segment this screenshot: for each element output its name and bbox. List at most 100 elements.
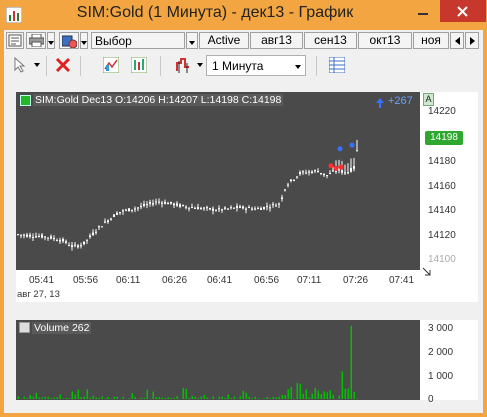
candle-body xyxy=(260,208,262,210)
candle-body xyxy=(203,207,205,209)
candle-body xyxy=(248,207,250,209)
candle-body xyxy=(335,171,337,173)
volume-bar xyxy=(101,396,103,399)
volume-bar xyxy=(155,397,157,399)
candle-body xyxy=(176,203,178,206)
volume-bar xyxy=(113,396,115,399)
candle-body xyxy=(311,171,313,174)
volume-bar xyxy=(182,388,184,399)
volume-bar xyxy=(242,390,244,399)
volume-bar xyxy=(218,396,220,399)
candle-body xyxy=(290,179,292,182)
candle-body xyxy=(44,236,46,238)
candle-body xyxy=(134,208,136,210)
candle-body xyxy=(131,209,133,211)
volume-bar xyxy=(323,391,325,399)
volume-bar xyxy=(170,398,172,399)
volume-bar xyxy=(35,392,37,399)
volume-bar xyxy=(140,397,142,399)
candle-body xyxy=(278,203,280,205)
volume-bar xyxy=(350,325,352,399)
candle-body xyxy=(128,208,130,212)
volume-bar xyxy=(47,396,49,399)
volume-bar xyxy=(53,397,55,399)
volume-bar xyxy=(131,393,133,399)
trade-marker[interactable] xyxy=(349,142,355,148)
candle-body xyxy=(257,208,259,210)
volume-bar xyxy=(173,397,175,399)
volume-bar xyxy=(29,394,31,399)
arrow-up-icon xyxy=(376,98,384,108)
volume-bar xyxy=(326,392,328,399)
candle-body xyxy=(74,244,76,246)
candle-body xyxy=(347,172,349,174)
volume-bar xyxy=(77,389,79,399)
candle-body xyxy=(323,173,325,176)
candle-body xyxy=(170,201,172,204)
volume-bar xyxy=(269,398,271,399)
candle-body xyxy=(71,245,73,247)
volume-bar xyxy=(314,388,316,399)
time-tick: 05:41 xyxy=(29,275,55,286)
candle-body xyxy=(29,234,31,237)
volume-bar xyxy=(239,396,241,399)
trade-marker[interactable] xyxy=(337,146,343,152)
volume-bar xyxy=(284,395,286,399)
candle-body xyxy=(269,207,271,209)
volume-bar xyxy=(56,397,58,399)
candle-body xyxy=(242,206,244,209)
price-tick: 14120 xyxy=(428,230,456,241)
volume-bar xyxy=(89,397,91,399)
volume-bar xyxy=(212,396,214,399)
volume-bar xyxy=(86,389,88,399)
trade-marker[interactable] xyxy=(333,165,339,171)
candle-body xyxy=(293,179,295,181)
volume-bar xyxy=(41,397,43,399)
volume-bar xyxy=(311,393,313,399)
volume-bar xyxy=(233,396,235,399)
candle-body xyxy=(62,238,64,242)
volume-bar xyxy=(344,388,346,399)
volume-bar xyxy=(197,397,199,399)
candle-body xyxy=(83,241,85,245)
candle-body xyxy=(239,206,241,208)
price-info-label: SIM:Gold Dec13 O:14206 H:14207 L:14198 C… xyxy=(33,94,284,106)
position-indicator xyxy=(376,95,384,113)
current-price-badge: 14198 xyxy=(425,131,463,145)
volume-bar xyxy=(227,394,229,399)
volume-bar xyxy=(74,394,76,399)
candle-body xyxy=(272,204,274,206)
volume-bar xyxy=(80,397,82,399)
trade-marker[interactable] xyxy=(328,163,334,169)
candle-body xyxy=(167,202,169,205)
panel-tag[interactable]: A xyxy=(423,93,434,106)
candle-body xyxy=(227,208,229,210)
volume-bar xyxy=(143,397,145,399)
volume-bar xyxy=(329,390,331,399)
candle-body xyxy=(152,203,154,205)
candle-body xyxy=(221,209,223,211)
volume-bar xyxy=(98,397,100,399)
volume-bar xyxy=(317,390,319,399)
candle-body xyxy=(296,176,298,178)
volume-bar xyxy=(254,396,256,399)
volume-info-label: Volume 262 xyxy=(32,322,92,334)
candle-body xyxy=(314,170,316,172)
candle-body xyxy=(50,236,52,239)
candle-body xyxy=(350,168,352,172)
volume-bar xyxy=(206,397,208,399)
candle-body xyxy=(281,197,283,200)
candle-body xyxy=(110,218,112,220)
volume-bar xyxy=(272,396,274,399)
volume-bar xyxy=(236,398,238,399)
candle-body xyxy=(263,206,265,209)
date-label: авг 27, 13 xyxy=(17,289,60,300)
volume-bar xyxy=(332,394,334,399)
candle-body xyxy=(317,170,319,173)
time-tick: 05:56 xyxy=(73,275,99,286)
candle-body xyxy=(230,207,232,209)
volume-bar xyxy=(50,398,52,399)
trade-marker[interactable] xyxy=(338,164,344,170)
candle-body xyxy=(164,201,166,204)
position-label: +267 xyxy=(388,95,413,107)
